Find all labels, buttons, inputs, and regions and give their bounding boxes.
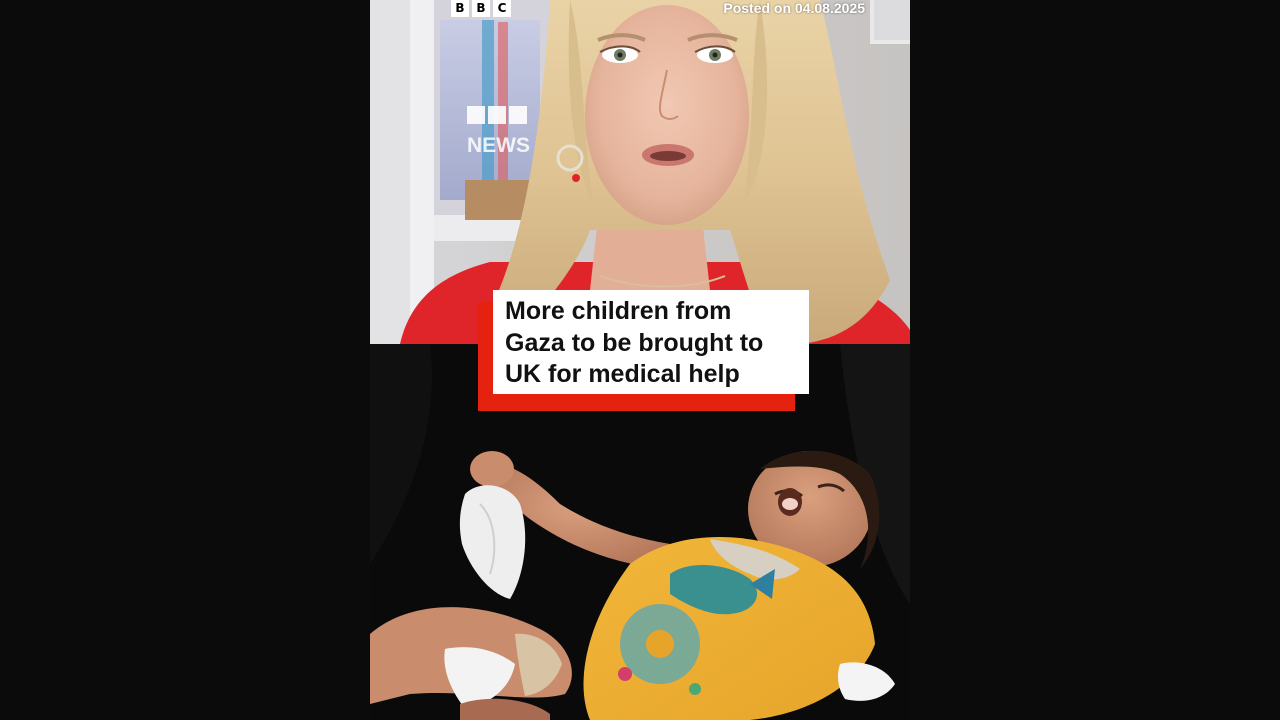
posted-date: Posted on 04.08.2025 bbox=[723, 0, 865, 16]
headline-line: Gaza to be brought to bbox=[505, 328, 764, 357]
headline-caption: More children from Gaza to be brought to… bbox=[478, 290, 809, 411]
video-frame[interactable]: NEWS B B C Posted on 04.08.2025 More chi… bbox=[370, 0, 910, 720]
bbc-logo-letter: B bbox=[451, 0, 469, 17]
headline-line: More children from bbox=[505, 297, 732, 325]
bbc-logo: B B C bbox=[451, 0, 511, 17]
bbc-logo-letter: C bbox=[493, 0, 511, 17]
page: NEWS B B C Posted on 04.08.2025 More chi… bbox=[0, 0, 1280, 720]
headline-box: More children from Gaza to be brought to… bbox=[493, 290, 809, 394]
svg-text:NEWS: NEWS bbox=[467, 134, 530, 157]
bbc-logo-letter: B bbox=[472, 0, 490, 17]
headline-line: UK for medical help bbox=[505, 360, 740, 388]
